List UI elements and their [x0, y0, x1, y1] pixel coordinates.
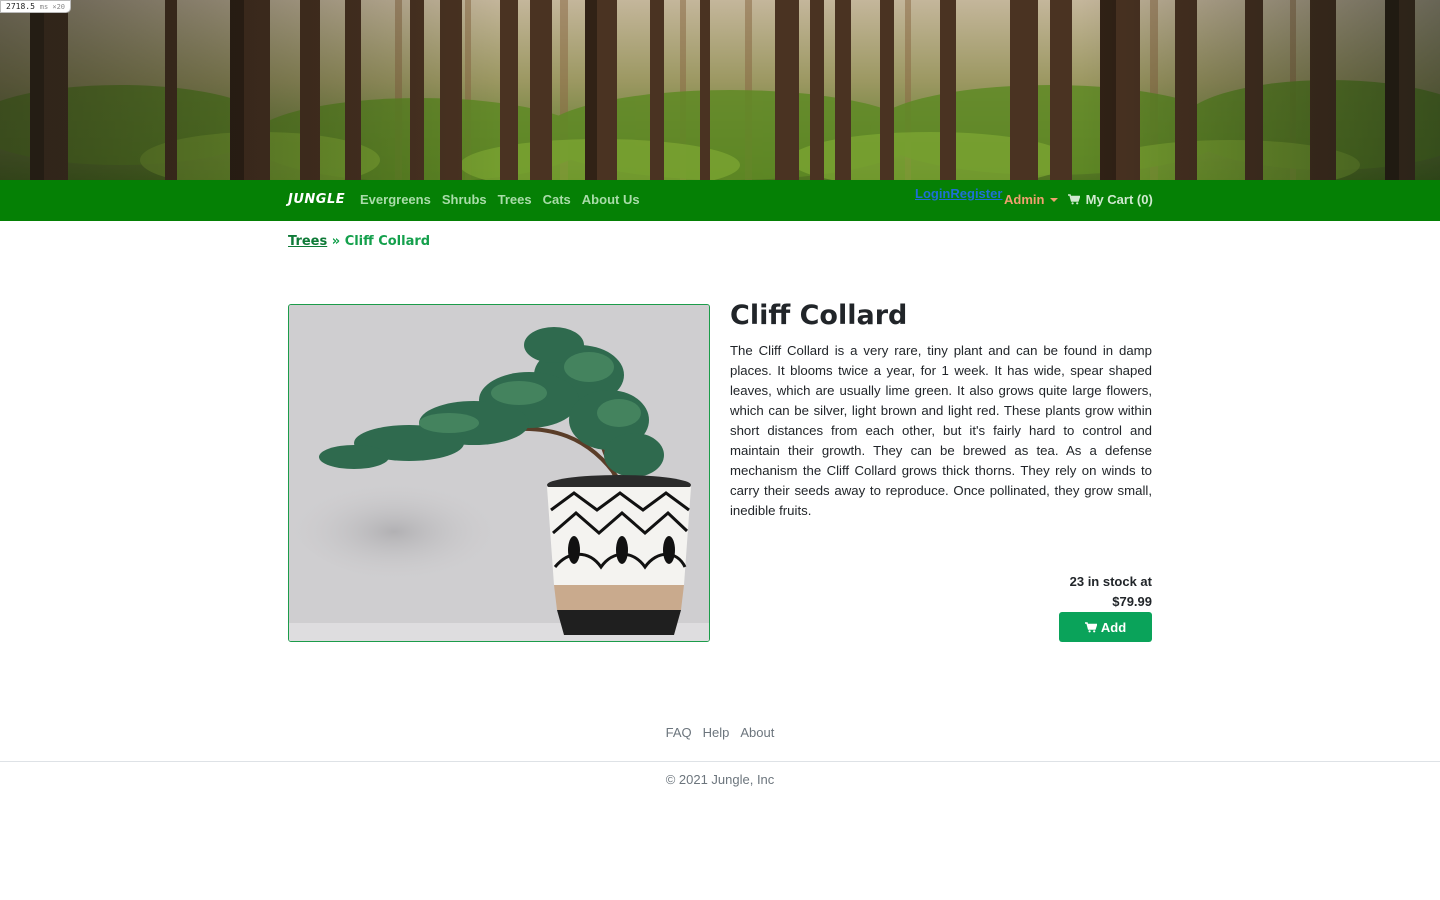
footer-link-faq[interactable]: FAQ	[666, 725, 692, 740]
product-price: $79.99	[1112, 594, 1152, 609]
nav-link-evergreens[interactable]: Evergreens	[360, 192, 431, 207]
stock-line: 23 in stock at	[1069, 574, 1152, 589]
admin-label: Admin	[1004, 192, 1045, 207]
footer-links: FAQ Help About	[0, 725, 1440, 740]
copyright: © 2021 Jungle, Inc	[665, 772, 775, 787]
product-image	[288, 304, 710, 642]
hero-banner	[0, 0, 1440, 180]
cart-label: My Cart (0)	[1085, 192, 1153, 207]
debug-readout: 2718.5 ms ×20	[0, 0, 72, 13]
stock-and-price: 23 in stock at $79.99	[952, 572, 1152, 612]
nav-links: Evergreens Shrubs Trees Cats About Us	[360, 192, 640, 207]
nav-link-trees[interactable]: Trees	[498, 192, 532, 207]
bonsai-photo	[289, 305, 709, 641]
debug-readout-value: 2718.5	[6, 2, 35, 11]
nav-link-cats[interactable]: Cats	[543, 192, 571, 207]
product-title: Cliff Collard	[730, 300, 908, 331]
auth-links: LoginRegister	[915, 186, 1002, 201]
brand-logo[interactable]: JUNGLE	[288, 192, 345, 207]
main-navbar: JUNGLE Evergreens Shrubs Trees Cats Abou…	[0, 180, 1440, 221]
cart-icon	[1084, 621, 1097, 633]
breadcrumb-current: Cliff Collard	[344, 234, 431, 249]
debug-readout-suffix: ms ×20	[39, 3, 66, 11]
breadcrumb-separator: »	[327, 234, 345, 249]
add-button-label: Add	[1100, 619, 1127, 635]
nav-link-shrubs[interactable]: Shrubs	[442, 192, 487, 207]
register-link[interactable]: Register	[950, 186, 1002, 201]
product-description: The Cliff Collard is a very rare, tiny p…	[730, 343, 1152, 518]
add-to-cart-button[interactable]: Add	[1059, 612, 1152, 642]
forest-image	[0, 0, 1440, 180]
footer-link-about[interactable]: About	[740, 725, 774, 740]
chevron-down-icon	[1050, 198, 1059, 202]
cart-link[interactable]: My Cart (0)	[1068, 192, 1153, 207]
breadcrumb-parent-link[interactable]: Trees	[288, 234, 327, 249]
admin-dropdown[interactable]: Admin	[1004, 192, 1059, 207]
footer-link-help[interactable]: Help	[703, 725, 730, 740]
login-link[interactable]: Login	[915, 186, 950, 201]
nav-link-about-us[interactable]: About Us	[582, 192, 640, 207]
cart-icon	[1068, 193, 1081, 207]
navbar-container: JUNGLE Evergreens Shrubs Trees Cats Abou…	[288, 180, 1153, 221]
breadcrumb: Trees » Cliff Collard	[288, 234, 430, 249]
footer-divider	[0, 761, 1440, 762]
